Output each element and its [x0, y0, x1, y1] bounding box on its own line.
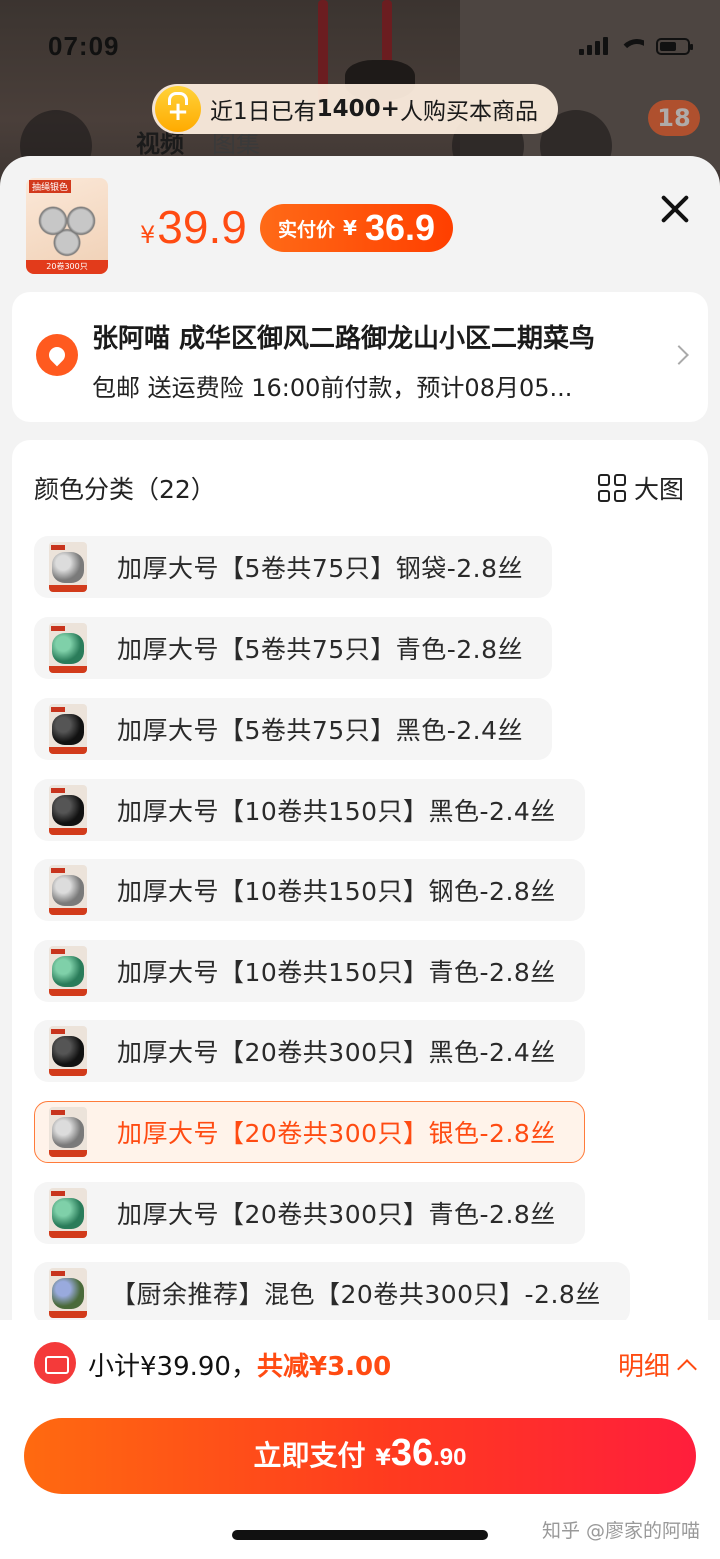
grid-view-icon	[597, 474, 626, 502]
sku-thumbnail	[49, 1107, 87, 1157]
checkout-bar: 小计¥39.90， 共减¥3.00 明细 立即支付 ¥ 36 .90 知乎 @廖…	[0, 1320, 720, 1559]
sku-option[interactable]: 加厚大号【10卷共150只】钢色-2.8丝	[34, 859, 585, 921]
watermark: 知乎 @廖家的阿喵	[541, 1520, 700, 1542]
shopping-bag-icon: +	[155, 86, 201, 132]
trash-bag-rolls-image	[32, 196, 102, 258]
subtotal-amount: 小计¥39.90，	[88, 1352, 257, 1382]
chevron-up-icon	[677, 1358, 697, 1379]
cart-count-badge: 18	[648, 100, 700, 136]
location-pin-icon	[36, 334, 78, 376]
status-time: 07:09	[48, 30, 120, 61]
address-card[interactable]: 张阿喵 成华区御风二路御龙山小区二期菜鸟 包邮 送运费险 16:00前付款，预计…	[12, 292, 708, 422]
thumbnail-tag: 抽绳银色	[29, 180, 72, 193]
shipping-info: 包邮 送运费险 16:00前付款，预计08月05...	[92, 374, 573, 402]
thumbnail-strip: 20卷300只	[26, 260, 108, 274]
product-thumbnail[interactable]: 抽绳银色 20卷300只	[26, 178, 108, 274]
color-options-panel: 颜色分类（22） 大图 加厚大号【5卷共75只】钢袋-2.8丝 加厚大号【5卷共…	[12, 440, 708, 1440]
sku-thumbnail	[49, 1268, 87, 1318]
sheet-header: 抽绳银色 20卷300只 ¥39.9 实付价 ¥ 36.9	[0, 156, 720, 286]
sku-thumbnail	[49, 1188, 87, 1238]
sku-option[interactable]: 加厚大号【20卷共300只】青色-2.8丝	[34, 1182, 585, 1244]
sku-option[interactable]: 加厚大号【5卷共75只】青色-2.8丝	[34, 617, 552, 679]
address-line: 张阿喵 成华区御风二路御龙山小区二期菜鸟	[92, 324, 596, 354]
banner-count: 1400+	[316, 96, 400, 122]
discount-amount: 共减¥3.00	[256, 1352, 392, 1382]
detail-button[interactable]: 明细	[618, 1346, 697, 1383]
options-title: 颜色分类（22）	[34, 475, 216, 504]
home-indicator[interactable]	[232, 1530, 488, 1540]
actual-price-badge: 实付价 ¥ 36.9	[260, 204, 454, 252]
pay-now-button[interactable]: 立即支付 ¥ 36 .90	[24, 1418, 696, 1494]
sku-thumbnail	[49, 785, 87, 835]
big-view-button[interactable]: 大图	[597, 470, 684, 506]
battery-icon	[656, 37, 693, 55]
sku-thumbnail	[49, 542, 87, 592]
status-bar: 07:09	[48, 28, 693, 64]
sku-option[interactable]: 加厚大号【5卷共75只】钢袋-2.8丝	[34, 536, 552, 598]
sku-option[interactable]: 【厨余推荐】混色【20卷共300只】-2.8丝	[34, 1262, 630, 1324]
sku-option[interactable]: 加厚大号【10卷共150只】青色-2.8丝	[34, 940, 585, 1002]
coupon-icon	[34, 1342, 76, 1384]
sku-thumbnail	[49, 623, 87, 673]
purchase-banner: + 近1日已有 1400+ 人购买本商品	[152, 84, 558, 134]
sku-thumbnail	[49, 946, 87, 996]
sku-option[interactable]: 加厚大号【5卷共75只】黑色-2.4丝	[34, 698, 552, 760]
sku-option-selected[interactable]: 加厚大号【20卷共300只】银色-2.8丝	[34, 1101, 585, 1163]
sku-thumbnail	[49, 704, 87, 754]
sku-thumbnail	[49, 1026, 87, 1076]
signal-icon	[579, 37, 608, 55]
close-icon[interactable]	[660, 194, 690, 224]
sku-option[interactable]: 加厚大号【10卷共150只】黑色-2.4丝	[34, 779, 585, 841]
sku-option[interactable]: 加厚大号【20卷共300只】黑色-2.4丝	[34, 1020, 585, 1082]
wifi-icon	[620, 37, 644, 55]
sku-thumbnail	[49, 865, 87, 915]
subtotal: 小计¥39.90， 共减¥3.00	[88, 1346, 391, 1383]
banner-text-pre: 近1日已有	[210, 99, 317, 125]
original-price: ¥39.9	[140, 201, 247, 253]
banner-text-post: 人购买本商品	[399, 99, 538, 125]
chevron-right-icon	[669, 345, 689, 365]
